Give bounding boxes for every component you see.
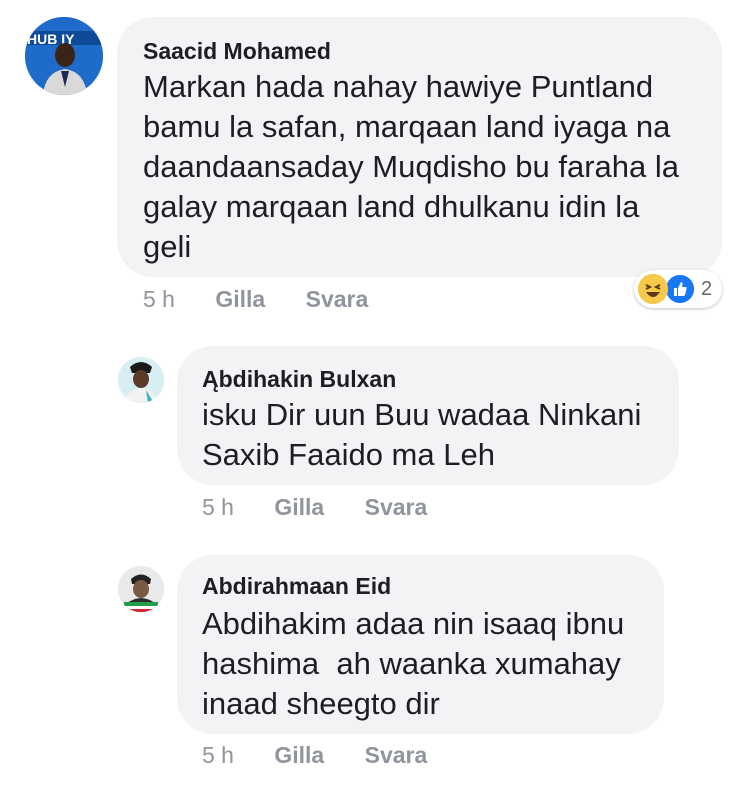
comment-text: isku Dir uun Buu wadaa Ninkani Saxib Faa… bbox=[202, 397, 642, 472]
comment-text: Abdihakim adaa nin isaaq ibnu hashima ah… bbox=[202, 606, 625, 721]
comment-actions: 5 h Gilla Svara bbox=[202, 493, 427, 521]
profile-photo-icon bbox=[118, 566, 164, 612]
avatar[interactable]: HUB IY bbox=[25, 17, 103, 95]
comment-bubble: Saacid Mohamed Markan hada nahay hawiye … bbox=[117, 17, 722, 277]
reply-link[interactable]: Svara bbox=[365, 741, 428, 769]
like-link[interactable]: Gilla bbox=[274, 741, 324, 769]
profile-photo-icon bbox=[118, 357, 164, 403]
profile-photo-icon: HUB IY bbox=[25, 17, 103, 95]
comment-author[interactable]: Ąbdihakin Bulxan bbox=[202, 365, 654, 393]
reply-link[interactable]: Svara bbox=[306, 285, 369, 313]
comment-actions: 5 h Gilla Svara bbox=[202, 741, 427, 769]
comment-actions: 5 h Gilla Svara bbox=[143, 285, 368, 313]
like-link[interactable]: Gilla bbox=[274, 493, 324, 521]
like-link[interactable]: Gilla bbox=[215, 285, 265, 313]
reaction-count: 2 bbox=[701, 277, 713, 300]
comment-author[interactable]: Abdirahmaan Eid bbox=[202, 572, 639, 600]
haha-icon bbox=[638, 274, 668, 304]
reactions-summary[interactable]: 2 bbox=[634, 270, 722, 308]
like-icon bbox=[664, 273, 696, 305]
avatar[interactable] bbox=[118, 357, 164, 403]
comment-bubble: Ąbdihakin Bulxan isku Dir uun Buu wadaa … bbox=[177, 346, 679, 485]
timestamp[interactable]: 5 h bbox=[202, 741, 234, 769]
comment-bubble: Abdirahmaan Eid Abdihakim adaa nin isaaq… bbox=[177, 555, 664, 734]
avatar[interactable] bbox=[118, 566, 164, 612]
comment-text: Markan hada nahay hawiye Puntland bamu l… bbox=[143, 69, 680, 264]
comment-author[interactable]: Saacid Mohamed bbox=[143, 37, 696, 65]
reply-link[interactable]: Svara bbox=[365, 493, 428, 521]
timestamp[interactable]: 5 h bbox=[202, 493, 234, 521]
timestamp[interactable]: 5 h bbox=[143, 285, 175, 313]
